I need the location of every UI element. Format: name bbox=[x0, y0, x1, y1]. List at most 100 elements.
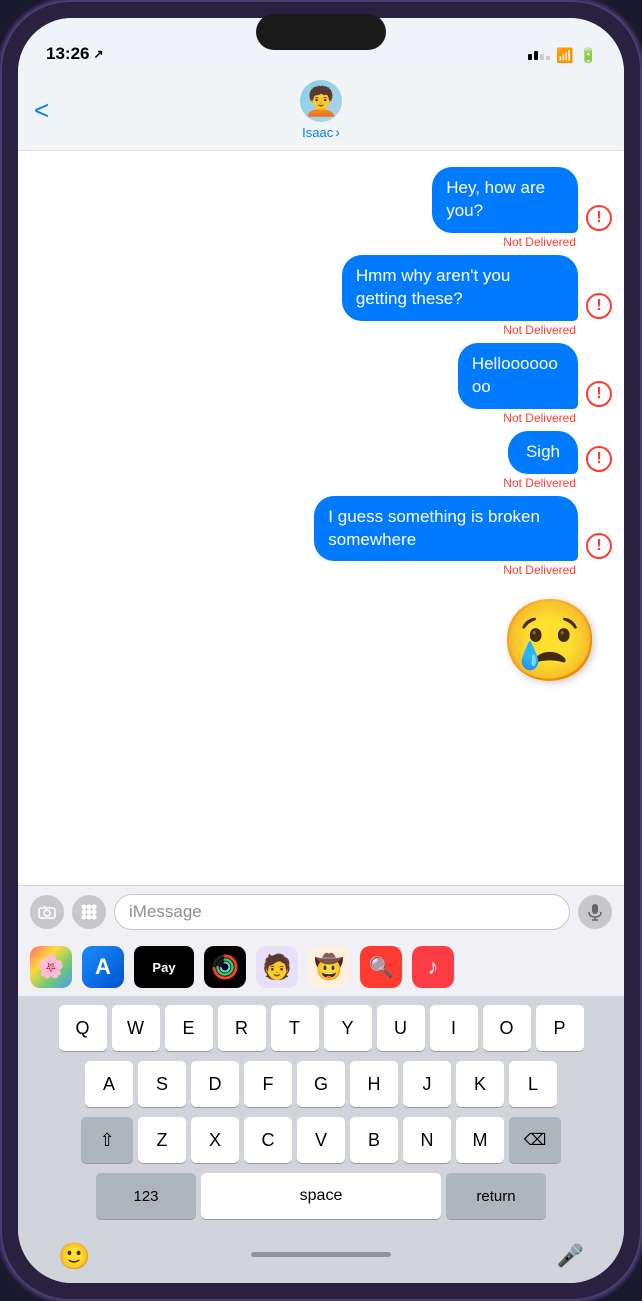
not-delivered-label: Not Delivered bbox=[503, 235, 576, 249]
message-row: ! Helloooooooo Not Delivered bbox=[30, 343, 612, 425]
key-z[interactable]: Z bbox=[138, 1117, 186, 1163]
emoji-button[interactable]: 🙂 bbox=[58, 1241, 90, 1272]
message-row: ! Hey, how are you? Not Delivered bbox=[30, 167, 612, 249]
bubble-row: ! I guess something is broken somewhere bbox=[246, 496, 612, 562]
not-delivered-label: Not Delivered bbox=[503, 411, 576, 425]
keyboard: Q W E R T Y U I O P A S D F G H J K bbox=[18, 997, 624, 1233]
error-icon[interactable]: ! bbox=[586, 205, 612, 231]
keyboard-row-4: 123 space return bbox=[22, 1173, 620, 1219]
contact-name: Isaac › bbox=[302, 124, 340, 140]
shift-key[interactable]: ⇧ bbox=[81, 1117, 133, 1163]
contact-info[interactable]: 🧑‍🦱 Isaac › bbox=[300, 80, 342, 140]
bubble-row: ! Hey, how are you? bbox=[410, 167, 612, 233]
photos-app-icon[interactable]: 🌸 bbox=[30, 946, 72, 988]
wifi-icon: 📶 bbox=[556, 47, 573, 64]
contact-avatar: 🧑‍🦱 bbox=[300, 80, 342, 122]
microphone-button[interactable]: 🎤 bbox=[557, 1243, 584, 1269]
battery-icon: 🔋 bbox=[580, 47, 596, 64]
web-search-icon[interactable]: 🔍 bbox=[360, 946, 402, 988]
delete-key[interactable]: ⌫ bbox=[509, 1117, 561, 1163]
key-w[interactable]: W bbox=[112, 1005, 160, 1051]
key-u[interactable]: U bbox=[377, 1005, 425, 1051]
error-icon[interactable]: ! bbox=[586, 533, 612, 559]
message-bubble: Hmm why aren't you getting these? bbox=[342, 255, 578, 321]
key-q[interactable]: Q bbox=[59, 1005, 107, 1051]
key-v[interactable]: V bbox=[297, 1117, 345, 1163]
apps-button[interactable] bbox=[72, 895, 106, 929]
key-a[interactable]: A bbox=[85, 1061, 133, 1107]
key-n[interactable]: N bbox=[403, 1117, 451, 1163]
numbers-key[interactable]: 123 bbox=[96, 1173, 196, 1219]
bottom-bar: 🙂 🎤 bbox=[18, 1233, 624, 1283]
key-f[interactable]: F bbox=[244, 1061, 292, 1107]
key-x[interactable]: X bbox=[191, 1117, 239, 1163]
memoji-image: 😢 bbox=[500, 591, 600, 691]
key-p[interactable]: P bbox=[536, 1005, 584, 1051]
message-bubble: Helloooooooo bbox=[458, 343, 578, 409]
keyboard-row-3: ⇧ Z X C V B N M ⌫ bbox=[22, 1117, 620, 1163]
error-icon[interactable]: ! bbox=[586, 293, 612, 319]
signal-icon bbox=[528, 51, 550, 60]
time-display: 13:26 bbox=[46, 44, 89, 64]
message-row: ! Hmm why aren't you getting these? Not … bbox=[30, 255, 612, 337]
input-placeholder: iMessage bbox=[129, 902, 202, 922]
app-row: 🌸 A Pay bbox=[18, 938, 624, 997]
bubble-row: ! Helloooooooo bbox=[445, 343, 612, 409]
app-store-icon[interactable]: A bbox=[82, 946, 124, 988]
not-delivered-label: Not Delivered bbox=[503, 323, 576, 337]
key-i[interactable]: I bbox=[430, 1005, 478, 1051]
dynamic-island bbox=[256, 14, 386, 50]
bubble-row: ! Hmm why aren't you getting these? bbox=[284, 255, 612, 321]
stickers-icon[interactable]: 🤠 bbox=[308, 946, 350, 988]
key-m[interactable]: M bbox=[456, 1117, 504, 1163]
return-key[interactable]: return bbox=[446, 1173, 546, 1219]
key-e[interactable]: E bbox=[165, 1005, 213, 1051]
space-key[interactable]: space bbox=[201, 1173, 441, 1219]
contact-name-text: Isaac bbox=[302, 125, 333, 140]
camera-button[interactable] bbox=[30, 895, 64, 929]
memoji-icon[interactable]: 🧑 bbox=[256, 946, 298, 988]
home-indicator bbox=[251, 1252, 391, 1257]
key-h[interactable]: H bbox=[350, 1061, 398, 1107]
key-c[interactable]: C bbox=[244, 1117, 292, 1163]
audio-button[interactable] bbox=[578, 895, 612, 929]
nav-bar: < 🧑‍🦱 Isaac › bbox=[18, 72, 624, 151]
key-l[interactable]: L bbox=[509, 1061, 557, 1107]
key-t[interactable]: T bbox=[271, 1005, 319, 1051]
location-icon: ↗ bbox=[93, 47, 103, 61]
activity-icon[interactable] bbox=[204, 946, 246, 988]
memoji-sticker: 😢 bbox=[30, 591, 612, 691]
keyboard-row-1: Q W E R T Y U I O P bbox=[22, 1005, 620, 1051]
phone-screen: 13:26 ↗ 📶 🔋 < 🧑 bbox=[18, 18, 624, 1283]
input-area: iMessage bbox=[18, 885, 624, 938]
key-y[interactable]: Y bbox=[324, 1005, 372, 1051]
error-icon[interactable]: ! bbox=[586, 446, 612, 472]
message-bubble: Hey, how are you? bbox=[432, 167, 578, 233]
key-j[interactable]: J bbox=[403, 1061, 451, 1107]
apple-pay-icon[interactable]: Pay bbox=[134, 946, 194, 988]
not-delivered-label: Not Delivered bbox=[503, 476, 576, 490]
music-icon[interactable]: ♪ bbox=[412, 946, 454, 988]
contact-chevron: › bbox=[335, 124, 340, 140]
bubble-row: ! Sigh bbox=[508, 431, 612, 474]
status-icons: 📶 🔋 bbox=[528, 47, 596, 64]
phone-frame: 13:26 ↗ 📶 🔋 < 🧑 bbox=[0, 0, 642, 1301]
key-r[interactable]: R bbox=[218, 1005, 266, 1051]
key-o[interactable]: O bbox=[483, 1005, 531, 1051]
message-row: ! I guess something is broken somewhere … bbox=[30, 496, 612, 578]
message-input[interactable]: iMessage bbox=[114, 894, 570, 930]
message-bubble: Sigh bbox=[508, 431, 578, 474]
back-button[interactable]: < bbox=[34, 95, 49, 126]
message-bubble: I guess something is broken somewhere bbox=[314, 496, 578, 562]
key-k[interactable]: K bbox=[456, 1061, 504, 1107]
key-b[interactable]: B bbox=[350, 1117, 398, 1163]
keyboard-row-2: A S D F G H J K L bbox=[22, 1061, 620, 1107]
not-delivered-label: Not Delivered bbox=[503, 563, 576, 577]
messages-area: ! Hey, how are you? Not Delivered ! Hmm … bbox=[18, 151, 624, 885]
key-g[interactable]: G bbox=[297, 1061, 345, 1107]
key-d[interactable]: D bbox=[191, 1061, 239, 1107]
key-s[interactable]: S bbox=[138, 1061, 186, 1107]
status-time: 13:26 ↗ bbox=[46, 44, 104, 64]
message-row: ! Sigh Not Delivered bbox=[30, 431, 612, 490]
error-icon[interactable]: ! bbox=[586, 381, 612, 407]
